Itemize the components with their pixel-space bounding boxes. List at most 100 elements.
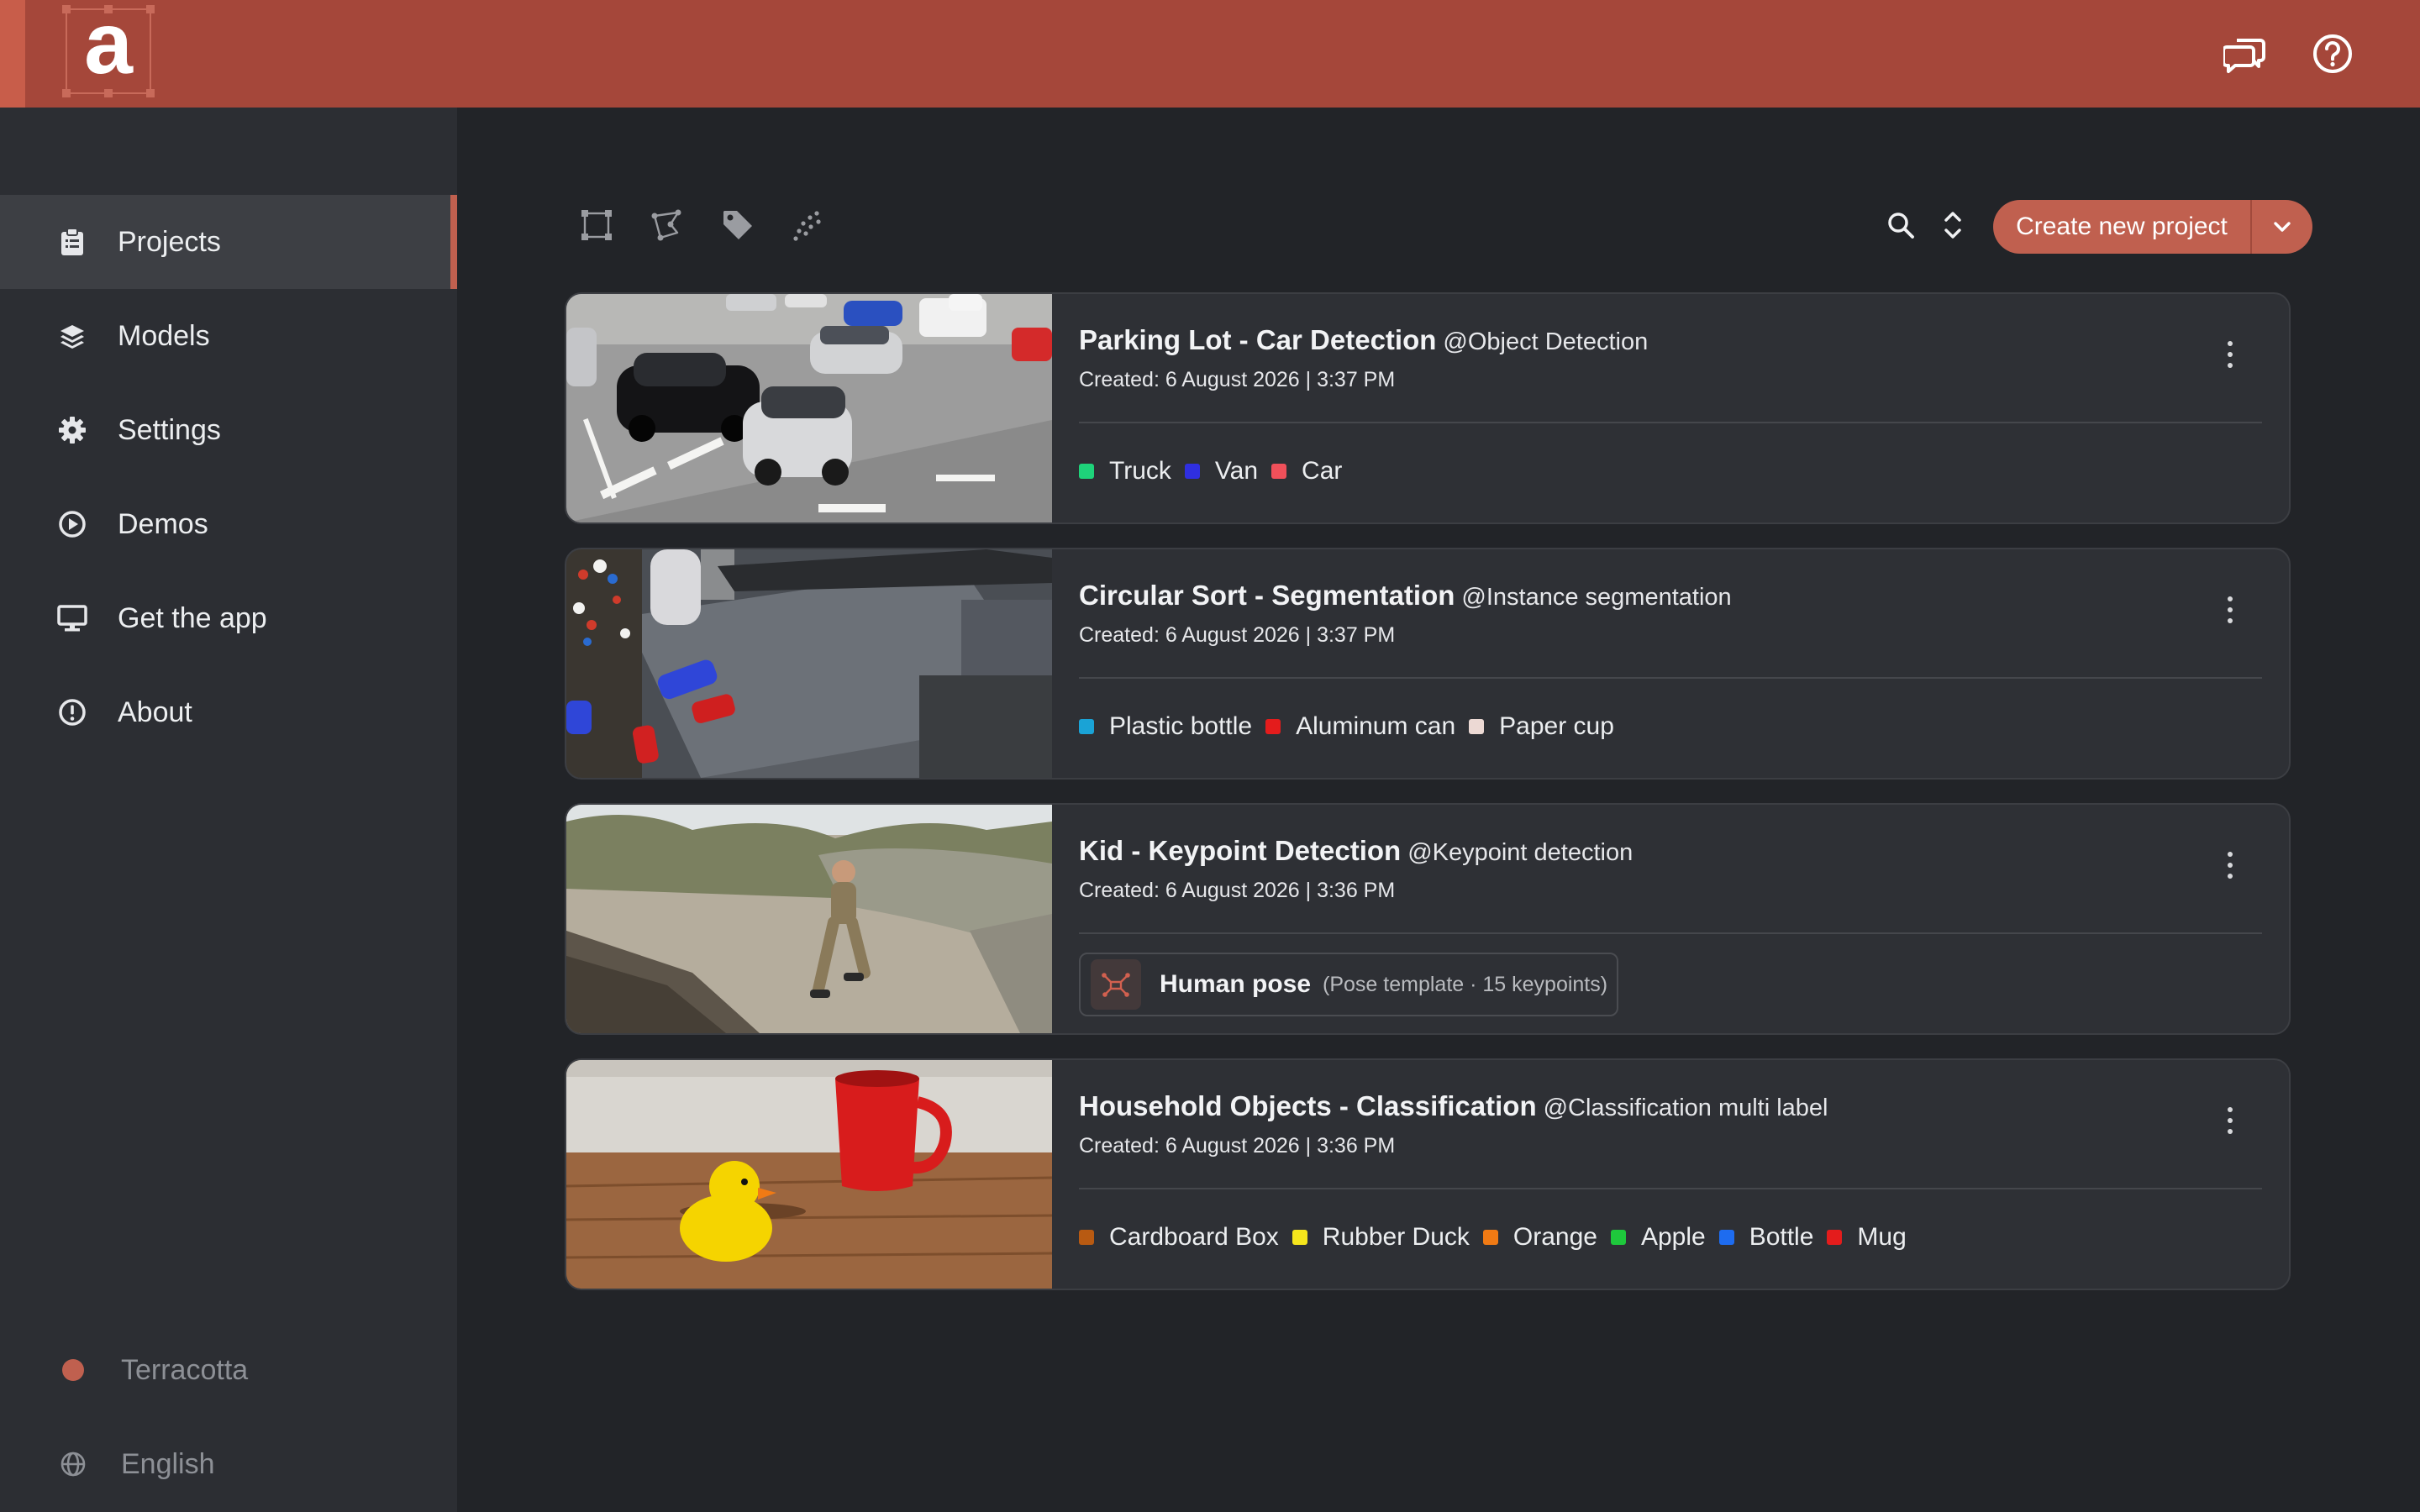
language-label: English xyxy=(121,1447,215,1480)
label-color xyxy=(1827,1230,1843,1245)
label-color xyxy=(1610,1230,1626,1245)
label-color xyxy=(1292,1230,1307,1245)
more-options-icon[interactable] xyxy=(2220,1104,2240,1137)
project-thumbnail xyxy=(566,294,1052,522)
project-card-parking-lot[interactable]: Parking Lot - Car Detection @Object Detec… xyxy=(565,292,2291,524)
chat-icon[interactable] xyxy=(2223,32,2267,76)
pose-template-chip: Human pose (Pose template · 15 keypoints… xyxy=(1079,953,1618,1016)
more-options-icon[interactable] xyxy=(2220,593,2240,627)
globe-icon xyxy=(59,1450,87,1478)
label-chip: Orange xyxy=(1482,1223,1597,1252)
label-chip: Car xyxy=(1271,457,1342,486)
label-color xyxy=(1271,464,1287,479)
card-body: Household Objects - Classification @Class… xyxy=(1052,1060,2289,1289)
label-color xyxy=(1079,1230,1094,1245)
project-card-household-objects[interactable]: Household Objects - Classification @Class… xyxy=(565,1058,2291,1290)
sidebar-item-label: About xyxy=(118,696,192,728)
theme-label: Terracotta xyxy=(121,1353,249,1386)
bounding-box-icon[interactable] xyxy=(578,207,615,244)
more-options-icon[interactable] xyxy=(2220,338,2240,371)
monitor-icon xyxy=(57,603,87,633)
help-icon[interactable] xyxy=(2311,32,2354,76)
label-chip: Cardboard Box xyxy=(1079,1223,1279,1252)
sidebar-item-models[interactable]: Models xyxy=(0,289,457,383)
sidebar-item-get-the-app[interactable]: Get the app xyxy=(0,571,457,665)
chevron-down-icon xyxy=(2274,222,2291,232)
label-chip: Apple xyxy=(1610,1223,1706,1252)
polygon-icon[interactable] xyxy=(649,207,686,244)
label-color xyxy=(1079,464,1094,479)
label-name: Mug xyxy=(1857,1223,1907,1251)
sidebar-item-projects[interactable]: Projects xyxy=(0,195,457,289)
theme-color-dot xyxy=(59,1356,87,1384)
divider xyxy=(1079,422,2262,423)
sidebar-item-demos[interactable]: Demos xyxy=(0,477,457,571)
tag-icon[interactable] xyxy=(719,207,756,244)
project-thumbnail xyxy=(566,1060,1052,1289)
project-title[interactable]: Circular Sort - Segmentation xyxy=(1079,580,1455,611)
app-logo[interactable]: a xyxy=(62,0,155,97)
label-name: Van xyxy=(1214,457,1259,485)
top-bar xyxy=(0,0,2420,108)
label-name: Car xyxy=(1302,457,1343,485)
sidebar-item-label: Models xyxy=(118,319,210,352)
project-title[interactable]: Kid - Keypoint Detection xyxy=(1079,835,1401,866)
create-options-dropdown[interactable] xyxy=(2252,200,2312,254)
sidebar-item-label: Get the app xyxy=(118,601,267,634)
project-task-type: @Object Detection xyxy=(1443,328,1649,355)
label-name: Paper cup xyxy=(1499,712,1614,740)
label-list: Truck Van Car xyxy=(1079,457,1355,486)
more-options-icon[interactable] xyxy=(2220,848,2240,882)
card-body: Circular Sort - Segmentation @Instance se… xyxy=(1052,549,2289,778)
pose-template-name: Human pose xyxy=(1160,970,1312,998)
project-title-row: Household Objects - Classification @Class… xyxy=(1079,1090,1828,1122)
pose-template-description: (Pose template · 15 keypoints) xyxy=(1323,972,1608,996)
label-color xyxy=(1265,719,1281,734)
label-name: Truck xyxy=(1109,457,1171,485)
language-selector[interactable]: English xyxy=(0,1431,457,1498)
divider xyxy=(1079,677,2262,679)
project-created-date: Created: 6 August 2026 | 3:37 PM xyxy=(1079,368,1396,391)
divider xyxy=(1079,1188,2262,1189)
sidebar-item-about[interactable]: About xyxy=(0,665,457,759)
project-title-row: Circular Sort - Segmentation @Instance se… xyxy=(1079,580,1732,612)
keypoints-icon[interactable] xyxy=(790,207,827,244)
project-title-row: Kid - Keypoint Detection @Keypoint detect… xyxy=(1079,835,1633,867)
label-chip: Rubber Duck xyxy=(1292,1223,1470,1252)
label-name: Cardboard Box xyxy=(1109,1223,1279,1251)
project-title[interactable]: Household Objects - Classification xyxy=(1079,1090,1537,1121)
project-title[interactable]: Parking Lot - Car Detection xyxy=(1079,324,1436,355)
sidebar-item-label: Projects xyxy=(118,225,221,258)
create-new-project-label: Create new project xyxy=(2016,213,2228,240)
label-color xyxy=(1079,719,1094,734)
project-task-type: @Classification multi label xyxy=(1543,1095,1828,1121)
label-chip: Aluminum can xyxy=(1265,712,1455,741)
label-chip: Paper cup xyxy=(1469,712,1614,741)
project-created-date: Created: 6 August 2026 | 3:36 PM xyxy=(1079,1134,1396,1158)
label-chip: Bottle xyxy=(1718,1223,1813,1252)
project-task-type: @Instance segmentation xyxy=(1461,584,1732,611)
project-card-kid-keypoint[interactable]: Kid - Keypoint Detection @Keypoint detect… xyxy=(565,803,2291,1035)
label-color xyxy=(1482,1230,1498,1245)
project-thumbnail xyxy=(566,805,1052,1033)
sidebar-item-label: Demos xyxy=(118,507,208,540)
label-name: Apple xyxy=(1640,1223,1706,1251)
label-color xyxy=(1469,719,1485,734)
sort-icon[interactable] xyxy=(1934,207,1971,244)
label-name: Aluminum can xyxy=(1296,712,1456,740)
theme-selector[interactable]: Terracotta xyxy=(0,1336,457,1404)
sidebar-item-label: Settings xyxy=(118,413,221,446)
project-card-circular-sort[interactable]: Circular Sort - Segmentation @Instance se… xyxy=(565,548,2291,780)
label-color xyxy=(1718,1230,1734,1245)
project-thumbnail xyxy=(566,549,1052,778)
label-name: Rubber Duck xyxy=(1322,1223,1470,1251)
sidebar-item-settings[interactable]: Settings xyxy=(0,383,457,477)
search-icon[interactable] xyxy=(1882,207,1919,244)
info-circle-icon xyxy=(57,697,87,727)
play-circle-icon xyxy=(57,509,87,539)
project-created-date: Created: 6 August 2026 | 3:37 PM xyxy=(1079,623,1396,647)
card-body: Kid - Keypoint Detection @Keypoint detect… xyxy=(1052,805,2289,1033)
create-new-project-button[interactable]: Create new project xyxy=(1993,200,2312,254)
card-body: Parking Lot - Car Detection @Object Detec… xyxy=(1052,294,2289,522)
clipboard-icon xyxy=(57,227,87,257)
